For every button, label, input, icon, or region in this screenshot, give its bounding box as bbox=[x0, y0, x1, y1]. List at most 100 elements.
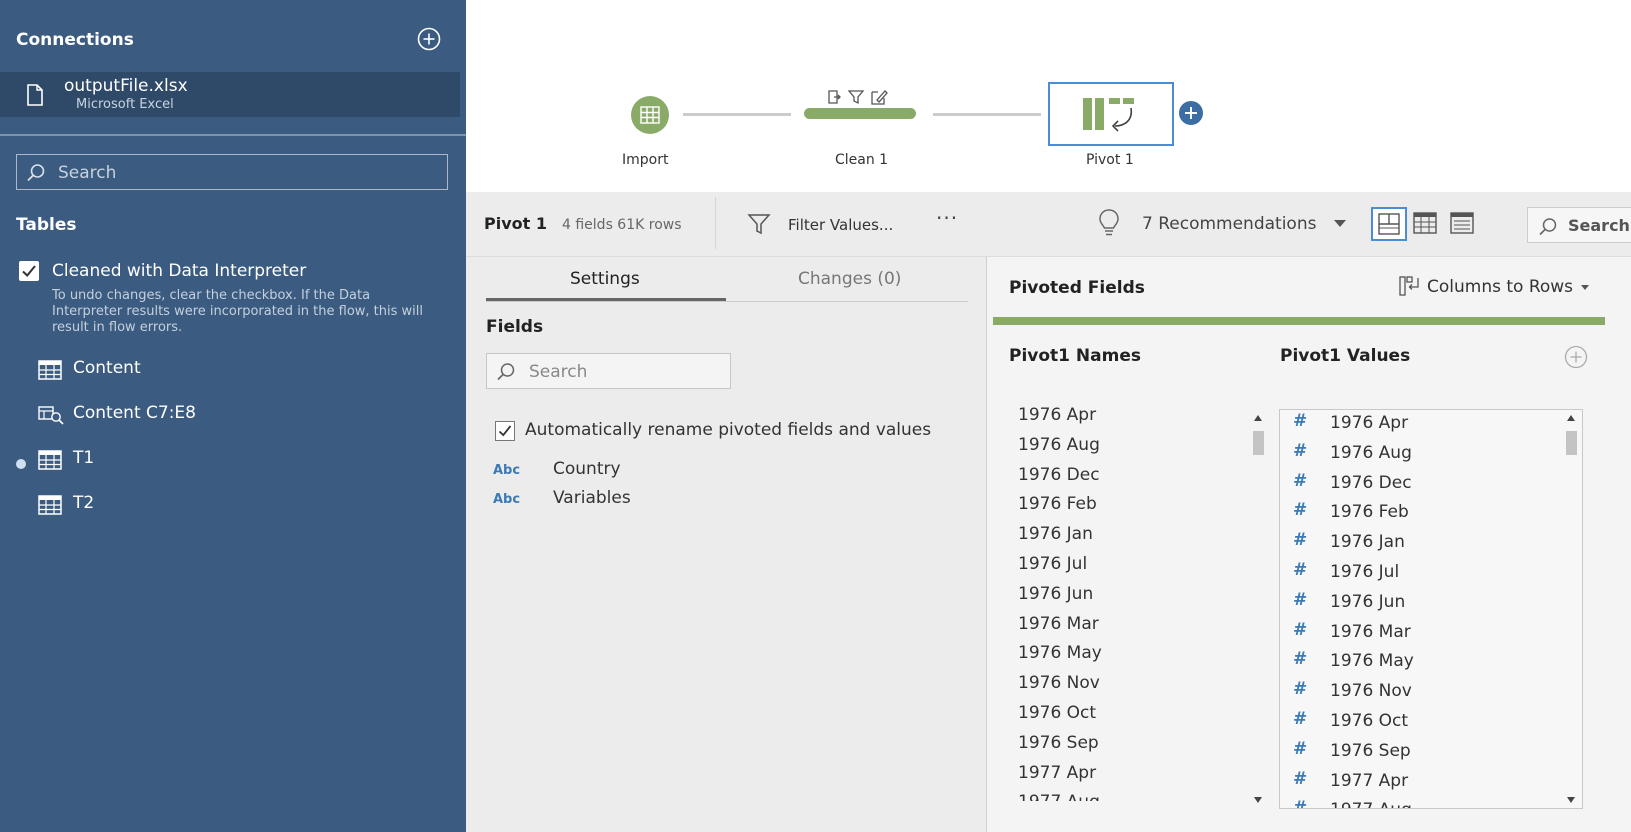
number-type-icon: # bbox=[1293, 679, 1308, 700]
search-placeholder: Search bbox=[529, 362, 588, 382]
pivot-value-label: 1976 Apr bbox=[1330, 413, 1409, 433]
tab-settings[interactable]: Settings bbox=[570, 269, 640, 289]
pivot-node[interactable] bbox=[1048, 82, 1174, 146]
number-type-icon: # bbox=[1293, 798, 1308, 809]
toolbar-divider bbox=[715, 197, 716, 249]
pivot-value-row[interactable]: #1977 Aug bbox=[1280, 797, 1582, 809]
pivot-name-row[interactable]: 1977 Apr bbox=[1009, 759, 1259, 789]
pivot-value-label: 1976 Jun bbox=[1330, 591, 1406, 612]
pivot-value-label: 1977 Aug bbox=[1330, 800, 1412, 808]
number-type-icon: # bbox=[1293, 738, 1308, 759]
pivot-value-row[interactable]: #1976 Jun bbox=[1280, 589, 1582, 619]
number-type-icon: # bbox=[1293, 559, 1308, 580]
add-step-icon[interactable] bbox=[1179, 101, 1203, 125]
chevron-down-icon[interactable] bbox=[1334, 220, 1346, 227]
pivot-name-row[interactable]: 1976 Dec bbox=[1009, 461, 1259, 491]
step-meta: 4 fields 61K rows bbox=[562, 217, 682, 233]
clean-node[interactable] bbox=[804, 108, 916, 119]
pivot-value-label: 1976 Feb bbox=[1330, 502, 1409, 523]
field-name: Variables bbox=[553, 488, 631, 508]
pivot-value-row[interactable]: #1977 Apr bbox=[1280, 768, 1582, 798]
connections-sidebar: Connections outputFile.xlsx Microsoft Ex… bbox=[0, 0, 466, 832]
names-scrollbar[interactable] bbox=[1252, 409, 1266, 809]
table-item-label: Content C7:E8 bbox=[73, 403, 196, 423]
pivot-value-label: 1976 Dec bbox=[1330, 472, 1412, 493]
columns-to-rows-icon[interactable] bbox=[1399, 275, 1421, 297]
data-interpreter-label: Cleaned with Data Interpreter bbox=[52, 261, 307, 281]
pivot-value-row[interactable]: #1976 Feb bbox=[1280, 499, 1582, 529]
auto-rename-checkbox[interactable] bbox=[495, 421, 515, 441]
pivot-value-row[interactable]: #1976 Apr bbox=[1280, 410, 1582, 440]
connection-item[interactable]: outputFile.xlsx Microsoft Excel bbox=[0, 72, 460, 117]
sidebar-divider bbox=[0, 134, 466, 136]
pivot-value-row[interactable]: #1976 Nov bbox=[1280, 678, 1582, 708]
recommendations-button[interactable]: 7 Recommendations bbox=[1142, 214, 1316, 234]
list-view-button[interactable] bbox=[1445, 207, 1481, 241]
number-type-icon: # bbox=[1293, 470, 1308, 491]
profile-view-button[interactable] bbox=[1371, 207, 1407, 241]
data-grid-view-button[interactable] bbox=[1408, 207, 1444, 241]
flow-canvas[interactable]: Import Clean 1 Pivot 1 bbox=[466, 0, 1631, 192]
flow-connector bbox=[933, 113, 1041, 116]
scroll-down-icon[interactable] bbox=[1567, 797, 1575, 803]
pivot-value-row[interactable]: #1976 May bbox=[1280, 648, 1582, 678]
number-type-icon: # bbox=[1293, 530, 1308, 551]
tab-changes[interactable]: Changes (0) bbox=[798, 269, 901, 289]
fields-search-input[interactable]: Search bbox=[486, 353, 731, 389]
pivot-name-row[interactable]: 1976 Apr bbox=[1009, 401, 1259, 431]
pivot-values-list[interactable]: #1976 Apr #1976 Aug #1976 Dec #1976 Feb #197… bbox=[1279, 409, 1583, 809]
scroll-thumb[interactable] bbox=[1253, 431, 1264, 455]
pivot-name-row[interactable]: 1976 Nov bbox=[1009, 669, 1259, 699]
checkmark-icon bbox=[22, 265, 36, 277]
scroll-up-icon[interactable] bbox=[1567, 415, 1575, 421]
filter-values-button[interactable]: Filter Values... bbox=[788, 216, 893, 234]
add-pivot-column-icon[interactable] bbox=[1564, 345, 1588, 369]
data-interpreter-checkbox[interactable] bbox=[19, 261, 39, 281]
pivot-name-label: 1977 Aug bbox=[1018, 792, 1100, 801]
pivot-value-row[interactable]: #1976 Aug bbox=[1280, 440, 1582, 470]
pivot-name-row[interactable]: 1976 Jul bbox=[1009, 550, 1259, 580]
auto-rename-label: Automatically rename pivoted fields and … bbox=[525, 420, 932, 440]
table-search-input[interactable]: Search bbox=[16, 154, 448, 190]
values-scrollbar[interactable] bbox=[1565, 409, 1579, 809]
pivot-value-label: 1976 Jan bbox=[1330, 532, 1405, 553]
pivot-name-row[interactable]: 1976 Oct bbox=[1009, 699, 1259, 729]
pivot-value-row[interactable]: #1976 Oct bbox=[1280, 708, 1582, 738]
import-node[interactable] bbox=[631, 96, 669, 134]
clean-change-icons bbox=[828, 90, 888, 105]
pivot-name-row[interactable]: 1976 Aug bbox=[1009, 431, 1259, 461]
pivot-name-row[interactable]: 1976 Feb bbox=[1009, 490, 1259, 520]
connections-title: Connections bbox=[16, 30, 134, 50]
more-options-button[interactable]: ··· bbox=[936, 206, 958, 230]
pivot-names-header: Pivot1 Names bbox=[1009, 346, 1141, 366]
step-toolbar: Pivot 1 4 fields 61K rows Filter Values.… bbox=[466, 192, 1631, 257]
toolbar-search-button[interactable]: Search bbox=[1527, 207, 1631, 243]
pivot-name-row[interactable]: 1976 Mar bbox=[1009, 610, 1259, 640]
scroll-down-icon[interactable] bbox=[1254, 797, 1262, 803]
scroll-thumb[interactable] bbox=[1566, 431, 1577, 455]
chevron-down-icon[interactable] bbox=[1581, 285, 1589, 290]
tables-title: Tables bbox=[16, 215, 77, 235]
pivot-value-label: 1976 Nov bbox=[1330, 681, 1412, 702]
fields-title: Fields bbox=[486, 317, 544, 337]
pivot-value-row[interactable]: #1976 Mar bbox=[1280, 619, 1582, 649]
filter-icon[interactable] bbox=[747, 212, 771, 236]
list-icon bbox=[1450, 212, 1474, 234]
pivot-name-row[interactable]: 1977 Aug bbox=[1009, 788, 1259, 801]
scroll-up-icon[interactable] bbox=[1254, 415, 1262, 421]
pivot-name-row[interactable]: 1976 Jan bbox=[1009, 520, 1259, 550]
number-type-icon: # bbox=[1293, 589, 1308, 610]
add-connection-icon[interactable] bbox=[417, 27, 441, 51]
pivot-value-row[interactable]: #1976 Dec bbox=[1280, 470, 1582, 500]
pivot-value-row[interactable]: #1976 Jul bbox=[1280, 559, 1582, 589]
pivot-value-row[interactable]: #1976 Jan bbox=[1280, 529, 1582, 559]
pivot-values-header: Pivot1 Values bbox=[1280, 346, 1411, 366]
pivot-name-row[interactable]: 1976 Sep bbox=[1009, 729, 1259, 759]
pivot-mode-dropdown[interactable]: Columns to Rows bbox=[1427, 277, 1573, 297]
pivot-value-row[interactable]: #1976 Sep bbox=[1280, 738, 1582, 768]
pivot-name-label: 1976 Apr bbox=[1018, 405, 1097, 425]
active-tab-indicator bbox=[486, 298, 726, 301]
pivot-names-list[interactable]: 1976 Apr 1976 Aug 1976 Dec 1976 Feb 1976 Jan… bbox=[1009, 401, 1259, 801]
pivot-name-row[interactable]: 1976 May bbox=[1009, 639, 1259, 669]
pivot-name-row[interactable]: 1976 Jun bbox=[1009, 580, 1259, 610]
